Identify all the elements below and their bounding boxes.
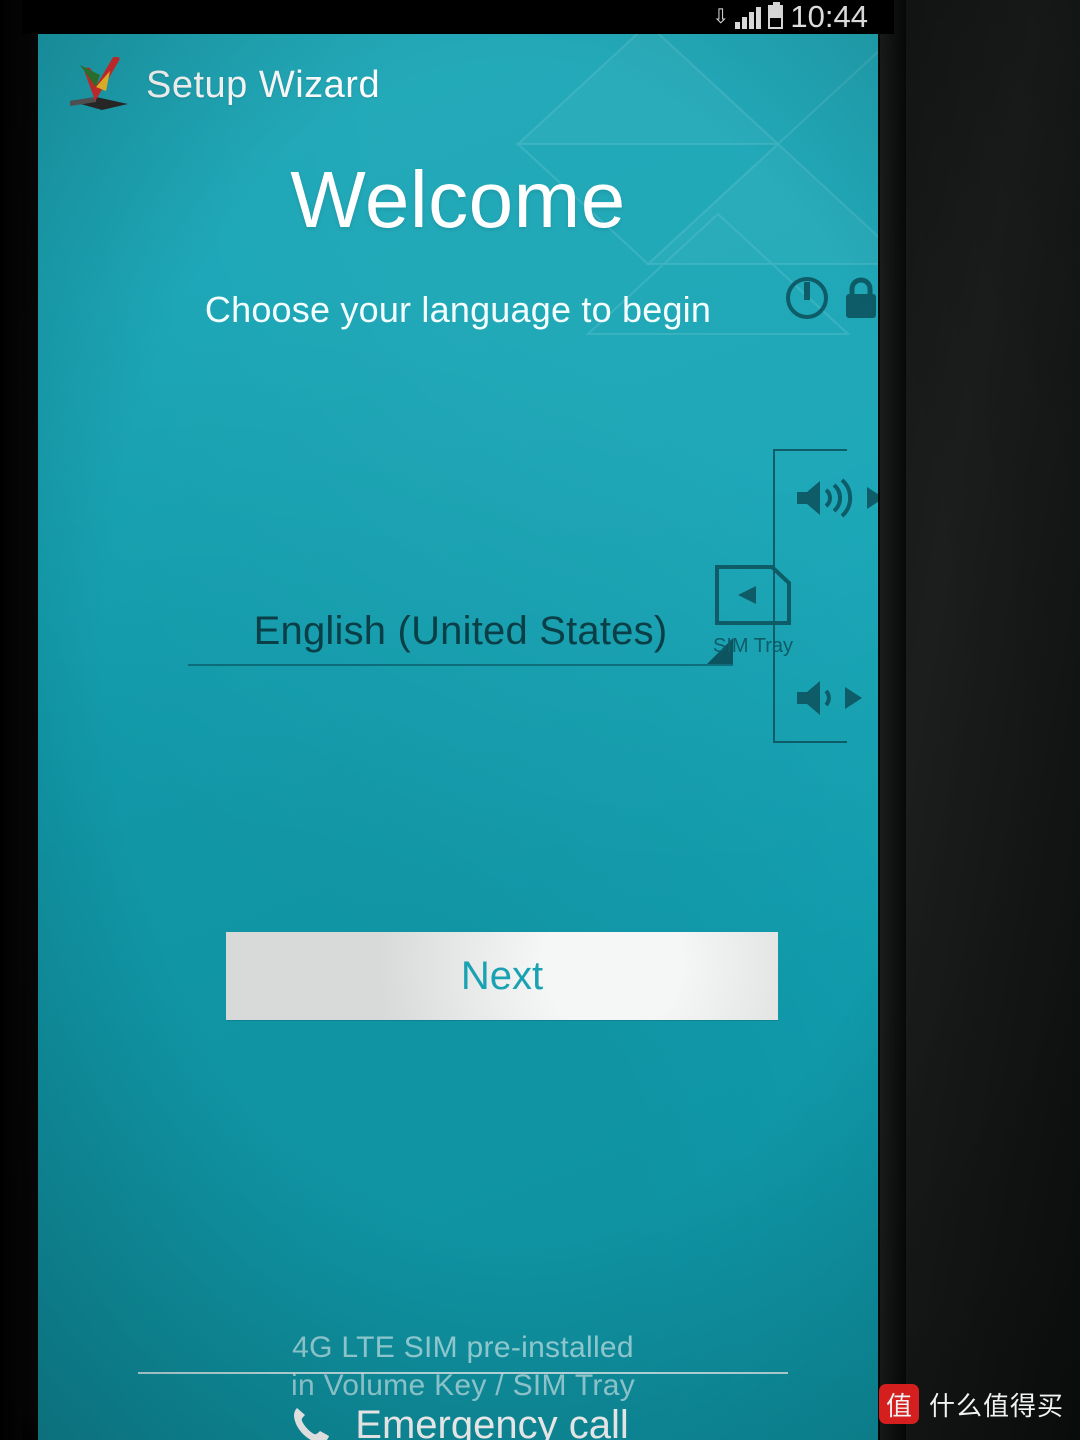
phone-photo: ⇩ 10:44 Setup Wizard Welcome Choose your… bbox=[0, 0, 1080, 1440]
film-sticker-line-1: 4G LTE SIM pre-installed bbox=[292, 1331, 634, 1364]
lock-icon bbox=[846, 277, 876, 318]
sim-tray-icon bbox=[715, 565, 791, 625]
setup-wizard-title: Setup Wizard bbox=[146, 63, 381, 106]
volume-down-icon bbox=[797, 681, 831, 715]
film-sticker-text: 4G LTE SIM pre-installed in Volume Key /… bbox=[98, 1329, 828, 1405]
language-selected-value: English (United States) bbox=[253, 609, 668, 653]
triangle-right-icon bbox=[845, 687, 862, 709]
setup-wizard-header: Setup Wizard bbox=[66, 54, 380, 116]
watermark-text: 什么值得买 bbox=[928, 1391, 1064, 1422]
language-spinner[interactable]: English (United States) bbox=[188, 609, 733, 666]
status-bar: ⇩ 10:44 bbox=[22, 0, 894, 34]
phone-right-bezel bbox=[880, 0, 906, 1440]
next-button[interactable]: Next bbox=[226, 932, 778, 1020]
setup-wizard-logo-icon bbox=[70, 57, 128, 110]
phone-handset-icon bbox=[294, 1408, 330, 1440]
status-bar-icons: ⇩ 10:44 bbox=[712, 0, 868, 34]
volume-up-callout bbox=[793, 474, 878, 522]
signal-bars-icon bbox=[735, 5, 762, 29]
power-button-icon bbox=[786, 277, 828, 319]
site-watermark: 值 什么值得买 bbox=[878, 1384, 1064, 1424]
battery-icon bbox=[768, 2, 784, 29]
volume-down-callout bbox=[793, 674, 862, 722]
watermark-badge: 值 bbox=[878, 1384, 919, 1424]
phone-screen: Setup Wizard Welcome Choose your languag… bbox=[38, 34, 878, 1440]
triangle-right-icon bbox=[867, 487, 878, 509]
emergency-call-label: Emergency call bbox=[355, 1402, 629, 1440]
next-button-label: Next bbox=[460, 953, 544, 998]
emergency-call-button[interactable]: Emergency call bbox=[38, 1402, 878, 1440]
page-title: Welcome bbox=[290, 155, 626, 244]
sim-tray-callout: SIM Tray bbox=[683, 564, 823, 658]
film-sticker-rule bbox=[138, 1372, 788, 1374]
status-bar-clock: 10:44 bbox=[790, 0, 868, 34]
page-subtitle: Choose your language to begin bbox=[204, 289, 712, 330]
language-underline bbox=[188, 664, 733, 666]
photo-right-surface bbox=[880, 0, 1080, 1440]
volume-up-icon bbox=[797, 478, 853, 518]
power-lock-callout bbox=[783, 274, 878, 322]
download-arrow-icon: ⇩ bbox=[712, 6, 730, 28]
sim-tray-label: SIM Tray bbox=[712, 635, 793, 657]
